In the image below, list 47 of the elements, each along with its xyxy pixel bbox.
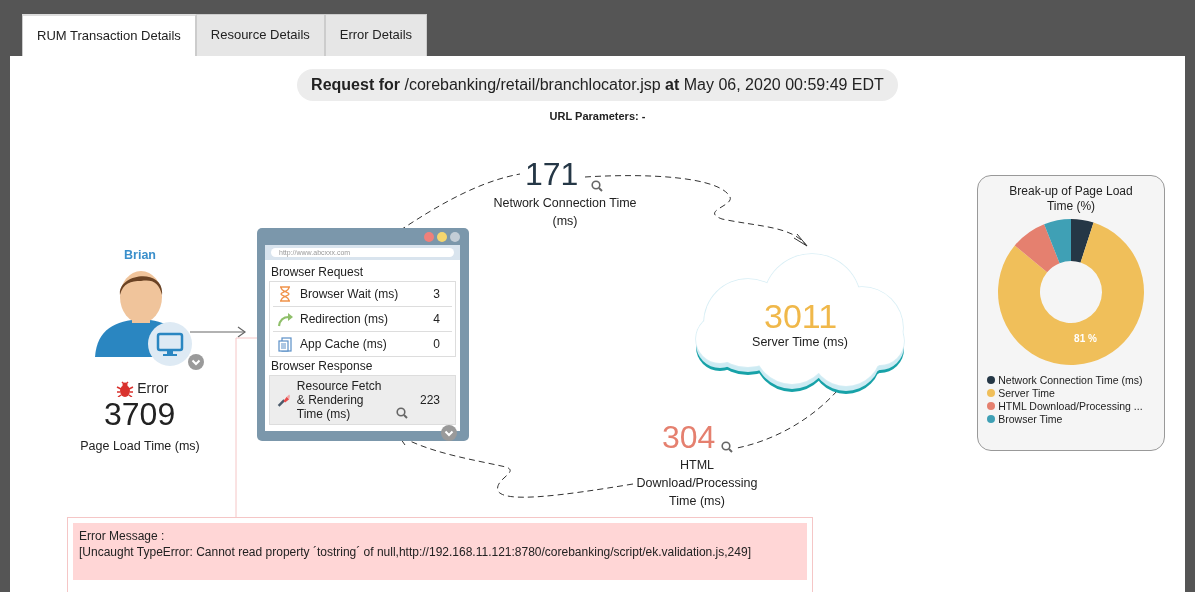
legend-label: HTML Download/Processing ...	[998, 399, 1143, 413]
server-time-label: Server Time (ms)	[751, 334, 849, 351]
legend-dot	[987, 389, 995, 398]
metric-value: 3	[432, 286, 441, 303]
curved-arrow-icon	[277, 310, 294, 328]
error-message: [Uncaught TypeError: Cannot read property ´tostring´ of null,http://192.168.11.121:8780/corebanking/script/ek.validation.js,249]	[79, 544, 752, 560]
network-time-label: Network Connection Time (ms)	[492, 195, 638, 230]
tab[interactable]: Error Details	[324, 14, 428, 56]
monitor-icon	[147, 321, 193, 367]
html-time-value: 304	[662, 420, 716, 454]
slice-label: 81 %	[1074, 333, 1097, 345]
section-title: Browser Response	[271, 360, 374, 373]
document-stack-icon	[277, 335, 294, 353]
arrow	[189, 326, 247, 338]
page-load-label: Page Load Time (ms)	[79, 438, 201, 455]
network-time-value: 171	[525, 157, 579, 191]
metric-label: Resource Fetch & Rendering Time (ms)	[296, 379, 383, 421]
page-load-value: 3709	[104, 397, 176, 431]
chevron-icon	[188, 354, 204, 370]
search-icon	[721, 441, 733, 453]
legend-dot	[987, 376, 995, 385]
url-parameters: URL Parameters: -	[549, 108, 646, 124]
window-controls	[423, 232, 460, 242]
error-title: Error Message :	[79, 528, 166, 544]
status-text: Error	[137, 379, 169, 398]
metric-label: Redirection (ms)	[300, 312, 389, 326]
metric-label: App Cache (ms)	[300, 337, 387, 351]
request-title: Request for /corebanking/retail/branchlocator.jsp at May 06, 2020 00:59:49 EDT	[297, 69, 898, 101]
server-time-value: 3011	[764, 299, 838, 333]
tab[interactable]: Resource Details	[195, 14, 325, 56]
metric-label: Browser Wait (ms)	[300, 287, 399, 301]
legend-label: Server Time	[998, 386, 1055, 400]
legend-label: Network Connection Time (ms)	[998, 373, 1143, 387]
legend-dot	[987, 402, 995, 411]
chart-title: Break-up of Page Load Time (%)	[1008, 184, 1134, 214]
legend-dot	[987, 415, 995, 424]
metric-value: 0	[432, 336, 441, 353]
search-icon	[396, 407, 409, 419]
metric-value: 4	[432, 311, 441, 328]
bug-icon	[116, 380, 134, 397]
metric-value: 223	[418, 392, 441, 409]
html-time-label: HTML Download/Processing Time (ms)	[635, 457, 759, 510]
legend-label: Browser Time	[998, 412, 1063, 426]
section-title: Browser Request	[271, 266, 365, 279]
search-icon	[591, 180, 603, 192]
user-name: Brian	[123, 247, 157, 264]
tab[interactable]: RUM Transaction Details	[22, 14, 196, 56]
